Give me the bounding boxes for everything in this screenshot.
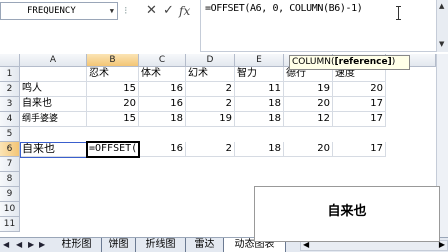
formula-input[interactable]: =OFFSET(A6, 0, COLUMN(B6)-1) — [200, 0, 436, 52]
table-cell[interactable]: 16 — [139, 142, 186, 157]
table-cell[interactable]: 18 — [235, 97, 284, 112]
formula-buttons: ⁝ ✕ ✓ fx — [118, 0, 200, 52]
column-header-d[interactable]: D — [186, 54, 235, 67]
chevron-down-icon[interactable]: ▼ — [110, 7, 114, 15]
table-cell[interactable]: 2 — [186, 97, 235, 112]
table-cell[interactable]: 16 — [139, 82, 186, 97]
table-cell[interactable]: 20 — [284, 97, 333, 112]
table-cell[interactable]: 15 — [87, 82, 139, 97]
name-box-value: FREQUENCY — [27, 6, 76, 16]
table-cell[interactable]: 自来也 — [20, 97, 87, 112]
chevron-down-icon[interactable]: ▼ — [439, 40, 444, 48]
row-header[interactable]: 8 — [0, 172, 20, 187]
tooltip-arg[interactable]: [reference] — [335, 57, 392, 67]
next-sheet-icon[interactable]: ▶ — [28, 240, 34, 249]
reference-highlight — [20, 142, 87, 158]
row-header[interactable]: 1 — [0, 67, 20, 82]
text-cursor-icon — [396, 6, 401, 20]
row-header[interactable]: 4 — [0, 112, 20, 127]
cancel-button[interactable]: ✕ — [146, 3, 157, 19]
select-all-corner[interactable] — [0, 54, 20, 67]
sheet-tab[interactable]: 折线图 — [136, 238, 186, 252]
table-cell[interactable]: 19 — [186, 112, 235, 127]
first-sheet-icon[interactable]: ◀ — [3, 240, 9, 249]
table-cell[interactable]: 15 — [87, 112, 139, 127]
table-cell[interactable]: 2 — [186, 82, 235, 97]
enter-button[interactable]: ✓ — [163, 3, 174, 19]
row-header[interactable]: 10 — [0, 202, 20, 217]
grip-icon: ⁝ — [124, 4, 128, 17]
row-header[interactable]: 9 — [0, 187, 20, 202]
chart-title: 自来也 — [327, 204, 367, 219]
formula-text: =OFFSET(A6, 0, COLUMN(B6)-1) — [205, 3, 363, 14]
sheet-tab[interactable]: 雷达 — [186, 238, 224, 252]
last-sheet-icon[interactable]: ▶ — [39, 240, 45, 249]
table-cell[interactable]: 体术 — [139, 67, 186, 82]
formula-bar: FREQUENCY ▼ ⁝ ✕ ✓ fx =OFFSET(A6, 0, COLU… — [0, 0, 448, 52]
table-cell[interactable]: 纲手婆婆 — [20, 112, 87, 127]
row-header[interactable]: 11 — [0, 217, 20, 232]
table-cell[interactable]: 20 — [87, 97, 139, 112]
column-header-b[interactable]: B — [87, 54, 139, 67]
insert-function-button[interactable]: fx — [179, 3, 190, 19]
table-cell[interactable]: 20 — [333, 82, 386, 97]
name-box[interactable]: FREQUENCY ▼ — [0, 2, 118, 20]
row-header[interactable]: 3 — [0, 97, 20, 112]
tooltip-func: COLUMN( — [292, 57, 335, 67]
function-tooltip: COLUMN([reference]) — [289, 55, 410, 70]
row-header[interactable]: 6 — [0, 142, 20, 157]
table-cell[interactable]: 忍术 — [87, 67, 139, 82]
formula-bar-expand[interactable]: ▲ ▼ — [436, 0, 448, 52]
column-header-e[interactable]: E — [235, 54, 284, 67]
table-cell[interactable]: 16 — [139, 97, 186, 112]
column-header-c[interactable]: C — [139, 54, 186, 67]
table-cell[interactable]: 17 — [333, 97, 386, 112]
table-cell[interactable]: 18 — [235, 112, 284, 127]
table-cell[interactable]: 2 — [186, 142, 235, 157]
tooltip-close: ) — [391, 57, 396, 67]
table-cell[interactable]: 12 — [284, 112, 333, 127]
table-cell[interactable]: 17 — [333, 142, 386, 157]
table-cell[interactable]: 18 — [235, 142, 284, 157]
table-cell[interactable]: 19 — [284, 82, 333, 97]
table-cell[interactable]: 智力 — [235, 67, 284, 82]
table-cell[interactable]: 17 — [333, 112, 386, 127]
embedded-chart[interactable]: 自来也 — [254, 186, 440, 242]
row-header[interactable]: 7 — [0, 157, 20, 172]
table-cell[interactable]: 11 — [235, 82, 284, 97]
sheet-tab[interactable]: 饼图 — [102, 238, 136, 252]
table-cell[interactable] — [20, 67, 87, 82]
column-header-a[interactable]: A — [20, 54, 87, 67]
active-cell-editor[interactable]: =OFFSET( — [86, 141, 140, 158]
table-cell[interactable]: 20 — [284, 142, 333, 157]
table-cell[interactable]: 幻术 — [186, 67, 235, 82]
row-header[interactable]: 2 — [0, 82, 20, 97]
prev-sheet-icon[interactable]: ◀ — [16, 240, 22, 249]
chevron-up-icon[interactable]: ▲ — [439, 2, 444, 10]
table-cell[interactable]: 18 — [139, 112, 186, 127]
sheet-tab[interactable]: 柱形图 — [52, 238, 102, 252]
table-cell[interactable]: 鸣人 — [20, 82, 87, 97]
row-header[interactable]: 5 — [0, 127, 20, 142]
